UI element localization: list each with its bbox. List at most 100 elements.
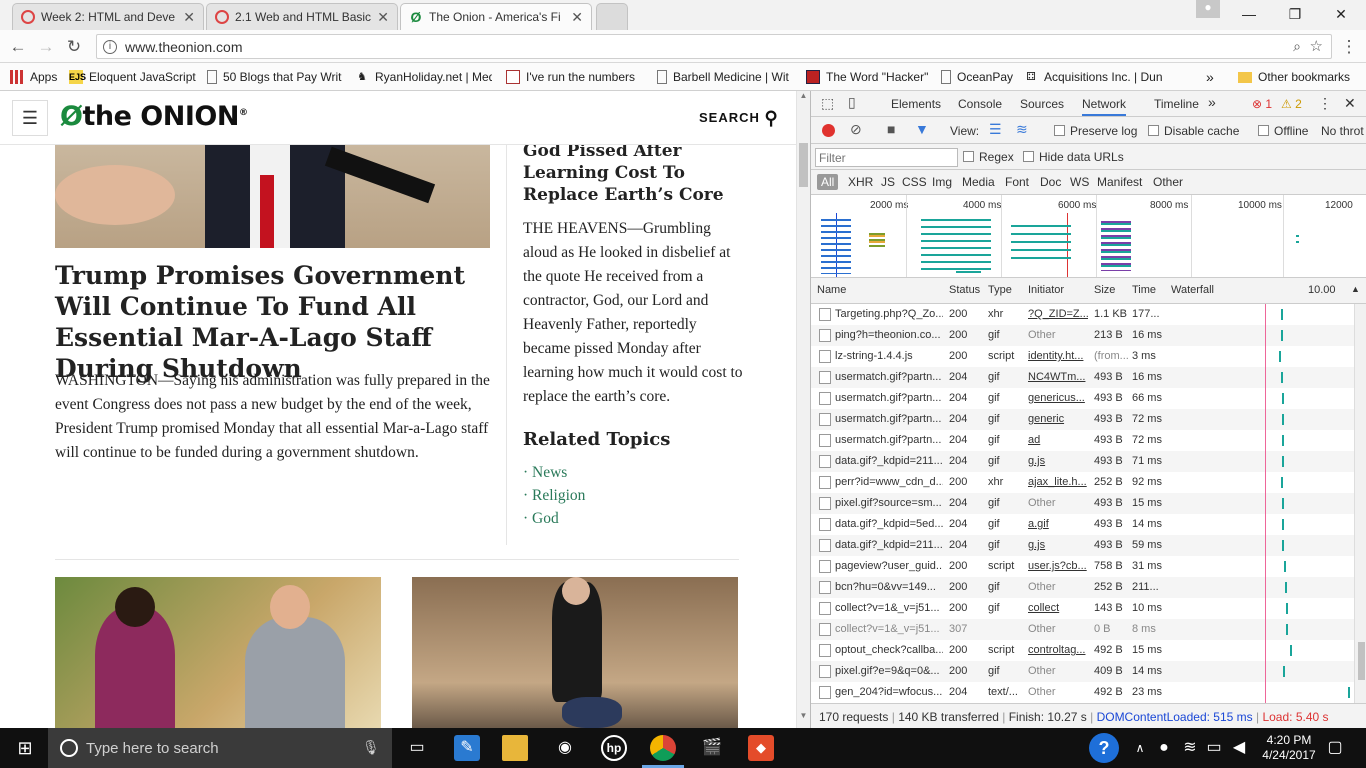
- camera-icon[interactable]: ■: [887, 121, 895, 137]
- webcam-app-icon[interactable]: ◉: [552, 735, 578, 761]
- help-icon[interactable]: ?: [1089, 733, 1119, 763]
- checkbox[interactable]: [1023, 151, 1034, 162]
- devtools-menu-icon[interactable]: ⋮: [1318, 95, 1332, 112]
- type-filter-xhr[interactable]: XHR: [848, 175, 873, 189]
- cell-initiator[interactable]: identity.ht...: [1028, 350, 1088, 362]
- scrollbar-thumb[interactable]: [799, 143, 808, 187]
- table-row[interactable]: usermatch.gif?partn... 204 gif ad 493 B 72 ms: [811, 430, 1354, 451]
- main-headline[interactable]: Trump Promises Government Will Continue …: [55, 260, 495, 384]
- table-row[interactable]: lz-string-1.4.4.js 200 script identity.ht..…: [811, 346, 1354, 367]
- tab-console[interactable]: Console: [958, 97, 1002, 111]
- table-row[interactable]: perr?id=www_cdn_d... 200 xhr ajax_lite.h...…: [811, 472, 1354, 493]
- topic-link-religion[interactable]: · Religion: [523, 487, 585, 505]
- type-filter-doc[interactable]: Doc: [1040, 175, 1061, 189]
- scroll-up-icon[interactable]: ▲: [797, 91, 810, 105]
- hp-icon[interactable]: hp: [601, 735, 627, 761]
- app-icon[interactable]: ✎: [454, 735, 480, 761]
- hallway-photo[interactable]: [412, 577, 738, 728]
- throttling-select[interactable]: No throt: [1321, 124, 1364, 138]
- type-filter-media[interactable]: Media: [962, 175, 995, 189]
- table-row[interactable]: usermatch.gif?partn... 204 gif genericus...…: [811, 388, 1354, 409]
- table-scrollbar-thumb[interactable]: [1358, 642, 1365, 680]
- table-row[interactable]: collect?v=1&_v=j51... 307 Other 0 B 8 ms: [811, 619, 1354, 640]
- cell-initiator[interactable]: NC4WTm...: [1028, 371, 1088, 383]
- tab-elements[interactable]: Elements: [891, 97, 941, 111]
- table-row[interactable]: data.gif?_kdpid=211... 204 gif g.js 493 B 71 …: [811, 451, 1354, 472]
- table-row[interactable]: usermatch.gif?partn... 204 gif NC4WTm... 493…: [811, 367, 1354, 388]
- type-filter-img[interactable]: Img: [932, 175, 952, 189]
- address-bar[interactable]: i www.theonion.com ⌕ ☆: [96, 34, 1332, 59]
- clear-icon[interactable]: ⊘: [850, 121, 862, 138]
- checkbox[interactable]: [1258, 125, 1269, 136]
- overview-icon[interactable]: ≋: [1016, 121, 1028, 138]
- file-explorer-icon[interactable]: [502, 735, 528, 761]
- disable-cache-toggle[interactable]: Disable cache: [1148, 124, 1239, 138]
- back-icon[interactable]: ←: [7, 36, 29, 58]
- forward-icon[interactable]: →: [35, 36, 57, 58]
- cell-initiator[interactable]: g.js: [1028, 455, 1088, 467]
- tray-app-icon[interactable]: ●: [1151, 735, 1177, 761]
- regex-toggle[interactable]: Regex: [963, 150, 1014, 164]
- hamburger-menu-icon[interactable]: ☰: [12, 100, 48, 136]
- error-count[interactable]: ⊗ 1: [1252, 97, 1272, 111]
- action-center-icon[interactable]: ▢: [1322, 735, 1348, 761]
- clock[interactable]: 4:20 PM 4/24/2017: [1253, 733, 1325, 763]
- offline-toggle[interactable]: Offline: [1258, 124, 1308, 138]
- side-headline[interactable]: God Pissed After Learning Cost To Replac…: [523, 140, 743, 206]
- scroll-down-icon[interactable]: ▼: [797, 711, 810, 725]
- chrome-taskbar-icon[interactable]: [650, 735, 676, 761]
- task-view-icon[interactable]: ▭: [404, 735, 430, 761]
- restore-icon[interactable]: ❐: [1272, 0, 1318, 28]
- cell-initiator[interactable]: generic: [1028, 413, 1088, 425]
- column-header-name[interactable]: Name: [817, 284, 846, 296]
- checkbox[interactable]: [963, 151, 974, 162]
- cell-initiator[interactable]: a.gif: [1028, 518, 1088, 530]
- sort-ascending-icon[interactable]: ▲: [1351, 284, 1360, 294]
- bookmark-item[interactable]: ♞ RyanHoliday.net | Med: [355, 67, 492, 87]
- type-filter-manifest[interactable]: Manifest: [1097, 175, 1142, 189]
- close-devtools-icon[interactable]: ✕: [1344, 95, 1356, 112]
- checkbox[interactable]: [1148, 125, 1159, 136]
- tab-web-html-basics[interactable]: 2.1 Web and HTML Basic ✕: [206, 3, 398, 30]
- filter-input[interactable]: [815, 148, 958, 167]
- type-filter-other[interactable]: Other: [1153, 175, 1183, 189]
- apps-shortcut[interactable]: Apps: [10, 67, 57, 87]
- page-scrollbar[interactable]: ▲ ▼: [796, 91, 810, 728]
- tab-week2[interactable]: Week 2: HTML and Deve ✕: [12, 3, 204, 30]
- warning-count[interactable]: ⚠ 2: [1281, 97, 1302, 111]
- column-header-status[interactable]: Status: [949, 284, 980, 296]
- trump-podium-photo[interactable]: [55, 145, 490, 248]
- tab-network[interactable]: Network: [1082, 97, 1127, 116]
- cell-initiator[interactable]: g.js: [1028, 539, 1088, 551]
- filter-icon[interactable]: ▼: [915, 121, 929, 137]
- type-filter-ws[interactable]: WS: [1070, 175, 1089, 189]
- bookmark-item[interactable]: The Word "Hacker": [806, 67, 928, 87]
- tab-timeline[interactable]: Timeline: [1154, 97, 1199, 111]
- info-icon[interactable]: i: [103, 39, 117, 54]
- minimize-icon[interactable]: —: [1226, 0, 1272, 28]
- table-row[interactable]: collect?v=1&_v=j51... 200 gif collect 143 B 1…: [811, 598, 1354, 619]
- tab-the-onion[interactable]: Ø The Onion - America's Fi ✕: [400, 3, 592, 30]
- cell-initiator[interactable]: ad: [1028, 434, 1088, 446]
- column-header-time[interactable]: Time: [1132, 284, 1156, 296]
- the-onion-logo[interactable]: Øthe ONION®: [60, 101, 248, 132]
- volume-icon[interactable]: ◀: [1226, 735, 1252, 761]
- movie-app-icon[interactable]: 🎬: [699, 735, 725, 761]
- table-row[interactable]: bcn?hu=0&vv=149... 200 gif Other 252 B 211...: [811, 577, 1354, 598]
- cell-initiator[interactable]: ajax_lite.h...: [1028, 476, 1088, 488]
- table-row[interactable]: pixel.gif?source=sm... 204 gif Other 493 B 15…: [811, 493, 1354, 514]
- column-header-initiator[interactable]: Initiator: [1028, 284, 1064, 296]
- bookmark-star-icon[interactable]: ☆: [1310, 37, 1323, 55]
- profile-icon[interactable]: ●: [1196, 0, 1220, 18]
- windows-start-icon[interactable]: ⊞: [12, 735, 38, 761]
- close-tab-icon[interactable]: ✕: [571, 9, 583, 26]
- topic-link-god[interactable]: · God: [523, 510, 559, 528]
- cell-initiator[interactable]: controltag...: [1028, 644, 1088, 656]
- record-icon[interactable]: [822, 124, 835, 137]
- taskbar-search-box[interactable]: Type here to search 🎙: [48, 728, 392, 768]
- bookmark-item[interactable]: EJS Eloquent JavaScript: [69, 67, 196, 87]
- microphone-icon[interactable]: 🎙: [362, 739, 380, 756]
- table-row[interactable]: data.gif?_kdpid=211... 204 gif g.js 493 B 59 …: [811, 535, 1354, 556]
- battery-icon[interactable]: ▭: [1201, 735, 1227, 761]
- close-tab-icon[interactable]: ✕: [183, 9, 195, 26]
